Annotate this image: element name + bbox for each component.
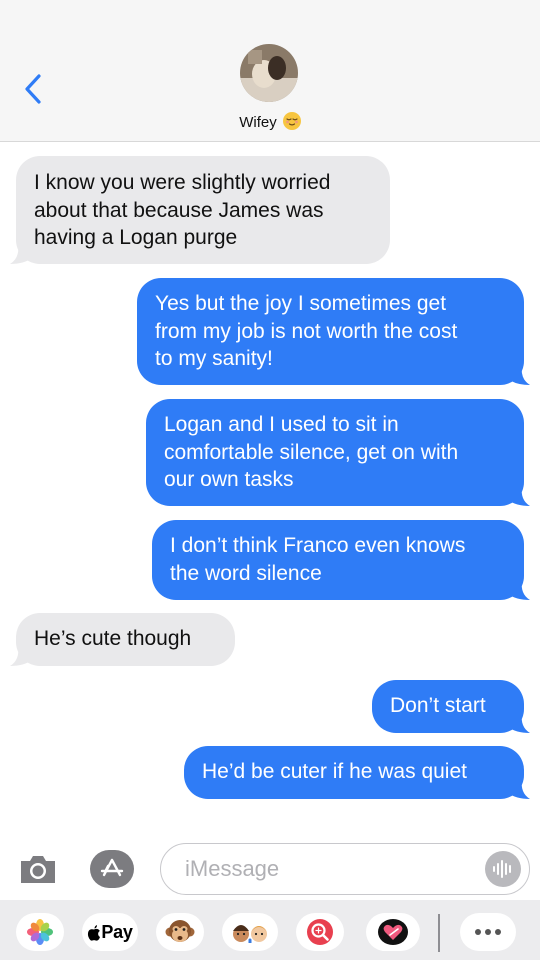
app-store-button[interactable] xyxy=(90,850,134,888)
chevron-left-icon xyxy=(25,74,41,104)
waveform-icon xyxy=(493,860,511,878)
message-line: I don’t think Franco even knows xyxy=(170,534,466,557)
bubble-tail xyxy=(10,646,32,666)
message-line: from my job is not worth the cost xyxy=(155,319,458,343)
message-line: our own tasks xyxy=(164,468,294,491)
message-line: to my sanity! xyxy=(155,347,273,370)
apple-pay-label: Pay xyxy=(101,921,133,942)
camera-icon xyxy=(21,856,55,883)
avatar-photo xyxy=(240,44,298,102)
message-line: Yes but the joy I sometimes get xyxy=(155,292,447,315)
imessage-field[interactable] xyxy=(160,843,530,895)
apple-logo-icon xyxy=(88,924,101,941)
message-line: He’d be cuter if he was quiet xyxy=(202,760,467,783)
message-bubble-incoming[interactable]: He’s cute though xyxy=(10,613,235,666)
message-bubble-outgoing[interactable]: I don’t think Franco even knows the word… xyxy=(152,520,530,600)
more-apps-button[interactable] xyxy=(460,913,516,951)
message-bubble-outgoing[interactable]: He’d be cuter if he was quiet xyxy=(184,746,530,799)
digital-touch-heart-icon xyxy=(378,919,408,945)
message-line: having a Logan purge xyxy=(34,226,238,249)
message-line: I know you were slightly worried xyxy=(34,171,331,194)
drawer-divider xyxy=(438,914,440,952)
memoji-app[interactable] xyxy=(222,913,278,951)
bubble-tail xyxy=(508,713,530,733)
contact-name-text: Wifey xyxy=(239,114,277,131)
animoji-app[interactable] xyxy=(156,913,204,951)
audio-message-button[interactable] xyxy=(485,851,521,887)
memoji-icon xyxy=(233,925,267,944)
image-search-icon xyxy=(307,919,333,945)
message-line: comfortable silence, get on with xyxy=(164,440,459,464)
message-bubble-outgoing[interactable]: Yes but the joy I sometimes get from my … xyxy=(137,278,530,385)
app-store-icon xyxy=(100,858,124,877)
message-bubble-outgoing[interactable]: Logan and I used to sit in comfortable s… xyxy=(146,399,530,506)
message-line: Don’t start xyxy=(390,694,486,717)
app-drawer: Pay xyxy=(0,900,540,960)
conversation-header: Wifey xyxy=(0,0,540,142)
photos-app[interactable] xyxy=(16,913,64,951)
bubble-tail xyxy=(508,779,530,799)
message-line: about that because James was xyxy=(34,198,324,222)
monkey-animoji-icon xyxy=(165,920,195,942)
photos-icon xyxy=(27,919,53,945)
message-bubble-outgoing[interactable]: Don’t start xyxy=(372,680,530,733)
bubble-tail xyxy=(508,580,530,600)
bubble-tail xyxy=(508,486,530,506)
message-line: the word silence xyxy=(170,561,322,585)
apple-pay-app[interactable]: Pay xyxy=(82,913,138,951)
message-bubble-incoming[interactable]: I know you were slightly worried about t… xyxy=(10,156,390,264)
message-input[interactable] xyxy=(183,844,477,894)
message-line: Logan and I used to sit in xyxy=(164,413,399,436)
contact-name[interactable]: Wifey xyxy=(0,112,540,131)
digital-touch-app[interactable] xyxy=(366,913,420,951)
bubble-tail xyxy=(10,244,32,264)
back-button[interactable] xyxy=(18,72,48,106)
message-line: He’s cute though xyxy=(34,627,192,650)
camera-button[interactable] xyxy=(18,852,58,886)
compose-bar xyxy=(0,836,540,900)
image-search-app[interactable] xyxy=(296,913,344,951)
relieved-face-emoji-icon xyxy=(282,112,301,130)
more-icon xyxy=(475,929,501,935)
bubble-tail xyxy=(508,365,530,385)
contact-avatar[interactable] xyxy=(240,44,298,102)
